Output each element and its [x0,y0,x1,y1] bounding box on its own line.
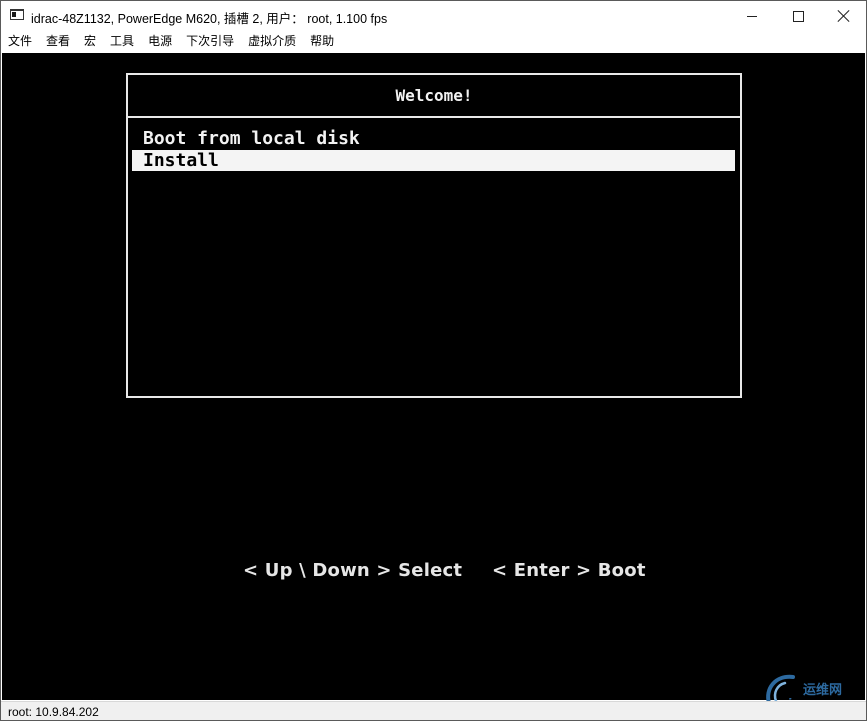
dialog-title: Welcome! [128,75,740,118]
maximize-button[interactable] [775,1,821,31]
console-window-icon[interactable] [10,9,24,20]
minimize-button[interactable] [729,1,775,31]
kvm-console-window: idrac-48Z1132, PowerEdge M620, 插槽 2, 用户：… [0,0,867,721]
menu-help[interactable]: 帮助 [303,31,341,52]
menu-next-boot[interactable]: 下次引导 [179,31,241,52]
menu-macros[interactable]: 宏 [77,31,103,52]
status-text: root: 10.9.84.202 [8,705,99,719]
title-bar[interactable]: idrac-48Z1132, PowerEdge M620, 插槽 2, 用户：… [1,1,866,31]
menu-tools[interactable]: 工具 [103,31,141,52]
boot-menu-dialog: Welcome! Boot from local disk Install [126,73,742,398]
menu-power[interactable]: 电源 [141,31,179,52]
boot-option-local-disk[interactable]: Boot from local disk [132,128,735,149]
menu-view[interactable]: 查看 [39,31,77,52]
remote-console-screen[interactable]: Welcome! Boot from local disk Install < … [2,53,865,700]
boot-option-install[interactable]: Install [132,150,735,171]
close-button[interactable] [821,1,866,31]
menu-virtual-media[interactable]: 虚拟介质 [241,31,303,52]
maximize-icon [792,10,804,22]
hint-select: < Up \ Down > Select [243,560,463,581]
hint-boot: < Enter > Boot [492,560,646,581]
minimize-icon [747,15,757,17]
close-icon [838,10,850,22]
status-bar: root: 10.9.84.202 [1,701,866,720]
menu-bar: 文件 查看 宏 工具 电源 下次引导 虚拟介质 帮助 [1,31,866,52]
window-title: idrac-48Z1132, PowerEdge M620, 插槽 2, 用户：… [31,12,388,26]
menu-file[interactable]: 文件 [1,31,39,52]
